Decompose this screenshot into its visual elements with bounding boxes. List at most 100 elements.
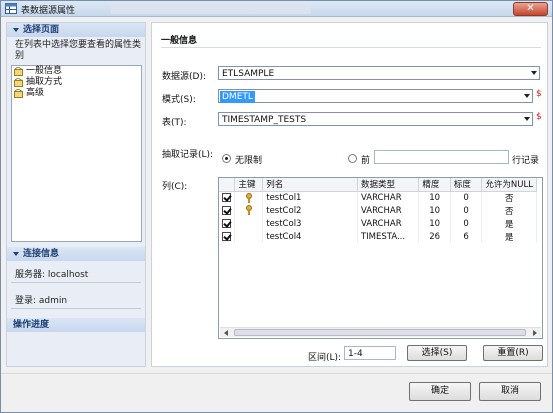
select-page-header[interactable]: 选择页面 (7, 23, 145, 37)
cell-column-name: testCol1 (262, 191, 358, 204)
first-label: 前 (361, 156, 371, 166)
row-checkbox[interactable] (222, 218, 232, 228)
cell-precision: 10 (418, 191, 451, 204)
title-bar: 表数据源属性 ✕ (1, 1, 552, 17)
columns-label: 列(C): (162, 182, 188, 192)
table-header-row: 主键 列名 数据类型 精度 标度 允许为NULL (219, 178, 537, 192)
divider (161, 47, 541, 48)
header-scale[interactable]: 标度 (450, 178, 483, 192)
page-item-general[interactable]: 一般信息 (12, 66, 141, 77)
cell-column-name: testCol3 (262, 217, 358, 230)
first-n-input[interactable] (374, 150, 509, 164)
property-page-icon (14, 89, 24, 98)
scroll-thumb[interactable] (234, 329, 526, 336)
property-page-icon (14, 67, 24, 76)
cell-data-type: VARCHAR (357, 217, 420, 230)
columns-grid[interactable]: 主键 列名 数据类型 精度 标度 允许为NULL testCol1 VARCHAR… (218, 177, 543, 339)
page-list: 一般信息 抽取方式 高级 (11, 65, 142, 242)
header-precision[interactable]: 精度 (418, 178, 451, 192)
key-icon (245, 205, 252, 216)
cell-nullable: 否 (481, 204, 537, 217)
range-label: 区间(L): (308, 353, 342, 363)
page-title: 一般信息 (161, 36, 198, 46)
table-value: TIMESTAMP_TESTS (222, 115, 307, 125)
horizontal-scrollbar[interactable] (220, 327, 541, 337)
schema-label: 模式(S): (162, 95, 196, 105)
columns-table: 主键 列名 数据类型 精度 标度 允许为NULL testCol1 VARCHAR… (219, 178, 537, 243)
chevron-down-icon[interactable] (529, 67, 539, 79)
cell-data-type: VARCHAR (357, 191, 420, 204)
cell-column-name: testCol4 (262, 230, 358, 243)
chevron-down-icon[interactable] (522, 90, 532, 102)
table-row[interactable]: testCol4 TIMESTA... 26 6 是 (219, 230, 537, 243)
collapse-icon (13, 251, 19, 256)
header-column-name[interactable]: 列名 (262, 178, 358, 192)
required-marker: $ (536, 112, 542, 122)
property-page-icon (14, 78, 24, 87)
cell-scale: 0 (450, 191, 483, 204)
cell-precision: 10 (418, 217, 451, 230)
cell-scale: 0 (450, 204, 483, 217)
range-input[interactable]: 1-4 (344, 346, 396, 360)
unlimited-radio[interactable] (222, 154, 231, 163)
range-value: 1-4 (348, 349, 363, 359)
first-n-radio[interactable] (348, 154, 357, 163)
page-item-extract-mode[interactable]: 抽取方式 (12, 77, 141, 88)
table-label: 表(T): (162, 118, 187, 128)
table-row[interactable]: testCol3 VARCHAR 10 0 是 (219, 217, 537, 230)
select-button[interactable]: 选择(S) (407, 345, 467, 361)
window-title: 表数据源属性 (21, 6, 76, 16)
datasource-value: ETLSAMPLE (222, 69, 275, 79)
divider (11, 282, 141, 283)
divider (1, 373, 552, 374)
table-row[interactable]: testCol1 VARCHAR 10 0 否 (219, 191, 537, 204)
datasource-label: 数据源(D): (162, 72, 206, 82)
cancel-button[interactable]: 取消 (479, 382, 541, 401)
cell-precision: 10 (418, 204, 451, 217)
cell-nullable: 是 (481, 230, 537, 243)
datasource-select[interactable]: ETLSAMPLE (218, 66, 540, 80)
left-panel: 选择页面 在列表中选择您要查看的属性类别 一般信息 抽取方式 高级 连接信息 服… (6, 22, 146, 367)
select-page-description: 在列表中选择您要查看的属性类别 (15, 40, 142, 61)
cell-precision: 26 (418, 230, 451, 243)
header-check (219, 178, 236, 192)
chevron-down-icon[interactable] (522, 113, 532, 125)
header-nullable[interactable]: 允许为NULL (481, 178, 537, 192)
header-data-type[interactable]: 数据类型 (357, 178, 420, 192)
cell-column-name: testCol2 (262, 204, 358, 217)
rows-suffix-label: 行记录 (512, 156, 540, 166)
general-info-page: 一般信息 数据源(D): ETLSAMPLE 模式(S): DMETL $ 表(… (151, 22, 548, 367)
extract-label: 抽取记录(L): (162, 150, 214, 160)
table-select[interactable]: TIMESTAMP_TESTS (218, 112, 533, 126)
row-checkbox[interactable] (222, 192, 232, 202)
close-icon: ✕ (526, 3, 535, 14)
cell-scale: 0 (450, 217, 483, 230)
schema-value: DMETL (220, 91, 255, 103)
row-checkbox[interactable] (222, 205, 232, 215)
page-item-advanced[interactable]: 高级 (12, 88, 141, 99)
cell-data-type: TIMESTA... (357, 230, 420, 243)
scroll-right-icon[interactable] (533, 330, 537, 336)
schema-select[interactable]: DMETL (218, 89, 533, 103)
scroll-left-icon[interactable] (224, 330, 228, 336)
table-icon (5, 3, 17, 14)
progress-header[interactable]: 操作进度 (7, 318, 145, 332)
row-checkbox[interactable] (222, 231, 232, 241)
dialog-window: 表数据源属性 ✕ 选择页面 在列表中选择您要查看的属性类别 一般信息 抽取方式 … (0, 0, 553, 413)
cell-nullable: 是 (481, 217, 537, 230)
cell-nullable: 否 (481, 191, 537, 204)
connection-header[interactable]: 连接信息 (7, 247, 145, 261)
required-marker: $ (536, 89, 542, 99)
reset-button[interactable]: 重置(R) (483, 345, 543, 361)
login-info: 登录: admin (15, 296, 68, 306)
blurred-region (111, 3, 311, 14)
cell-data-type: VARCHAR (357, 204, 420, 217)
server-info: 服务器: localhost (15, 270, 89, 280)
ok-button[interactable]: 确定 (409, 382, 471, 401)
close-button[interactable]: ✕ (513, 2, 548, 16)
unlimited-label: 无限制 (235, 156, 263, 166)
divider (11, 308, 141, 309)
header-primary-key[interactable]: 主键 (234, 178, 264, 192)
cell-scale: 6 (450, 230, 483, 243)
table-row[interactable]: testCol2 VARCHAR 10 0 否 (219, 204, 537, 217)
